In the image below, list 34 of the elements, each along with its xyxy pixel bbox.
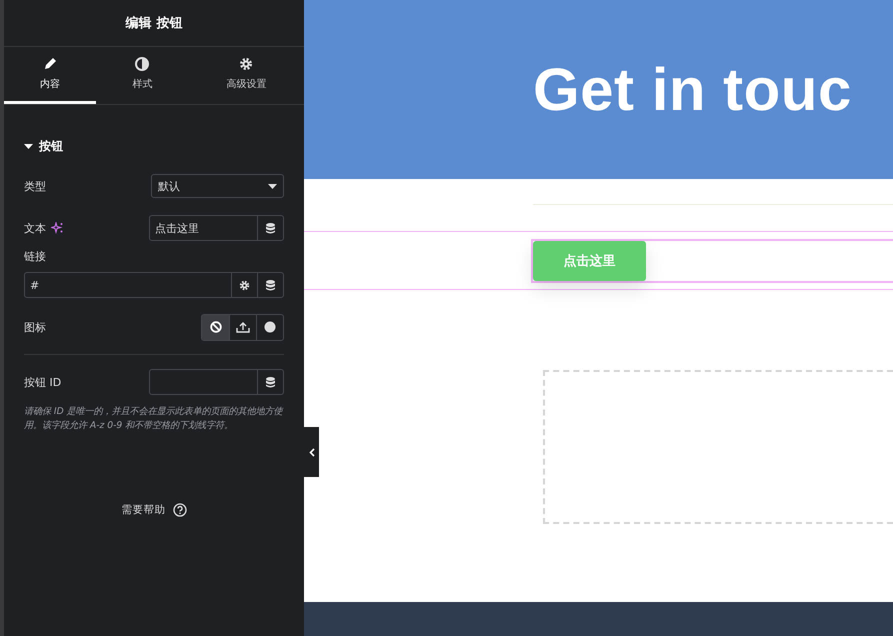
pencil-icon — [43, 57, 58, 71]
tab[interactable]: 高级设置 — [188, 47, 304, 104]
chevron-left-icon — [308, 448, 314, 456]
caret-icon — [268, 184, 277, 188]
help-text: 请确保 ID 是唯一的，并且不会在显示此表单的页面的其他地方使用。该字段允许 A-z 0-9 和不带空格的下划线字符。 — [24, 405, 284, 433]
type-select[interactable]: 默认 — [151, 174, 284, 198]
field-label: 图标 — [24, 320, 46, 334]
settings-icon — [239, 280, 250, 290]
text-field[interactable]: 点击这里 — [149, 215, 284, 241]
database-icon — [266, 376, 275, 388]
tab[interactable]: 内容 — [4, 47, 96, 104]
sparkle-icon[interactable] — [51, 222, 63, 234]
panel-title: 编辑 按钮 — [126, 14, 182, 32]
section-toggle[interactable]: 按钮 — [24, 138, 284, 155]
ban-icon — [210, 321, 222, 333]
question-icon[interactable] — [172, 503, 186, 517]
circle-icon — [264, 321, 276, 333]
upload-icon — [236, 321, 250, 333]
icon-option[interactable] — [202, 314, 229, 340]
caret-icon — [24, 144, 33, 150]
settings-icon — [239, 57, 254, 71]
help-link[interactable]: 需要帮助 — [122, 503, 166, 517]
database-icon — [266, 222, 275, 234]
field-label: 链接 — [24, 249, 47, 264]
collapse-panel-button[interactable] — [304, 427, 319, 477]
contrast-icon — [135, 57, 150, 71]
field-label: 类型 — [24, 178, 46, 194]
tab[interactable]: 样式 — [96, 47, 189, 104]
field-label: 文本 — [24, 220, 46, 236]
url-field[interactable]: # — [24, 272, 284, 298]
text-field[interactable] — [149, 369, 284, 395]
database-icon — [266, 280, 275, 290]
page-heading: Get in touc — [533, 55, 852, 124]
field-label: 按钮 ID — [24, 374, 62, 390]
